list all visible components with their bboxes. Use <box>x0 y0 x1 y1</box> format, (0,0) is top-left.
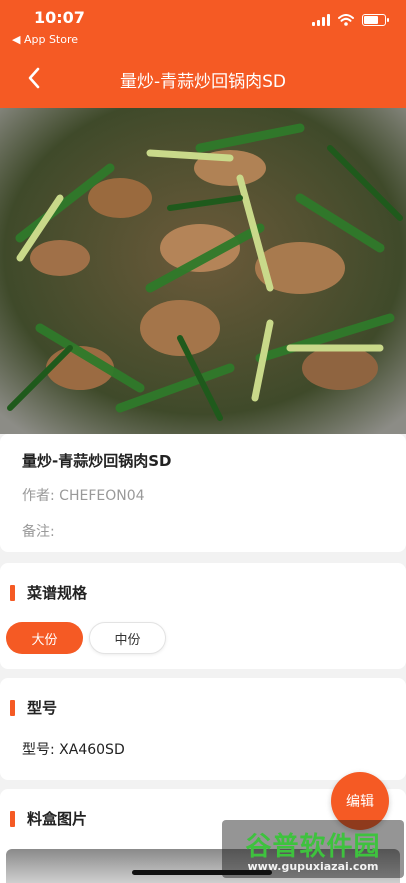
status-icons <box>312 14 389 26</box>
battery-icon <box>362 14 389 26</box>
spec-option-medium[interactable]: 中份 <box>89 622 166 654</box>
back-to-app-store-link[interactable]: ◀ App Store <box>12 33 78 46</box>
dish-photo <box>0 108 406 434</box>
page-title: 量炒-青蒜炒回锅肉SD <box>119 72 286 92</box>
watermark-title: 谷普软件园 <box>245 832 381 862</box>
wifi-icon <box>338 14 354 26</box>
dish-name: 量炒-青蒜炒回锅肉SD <box>22 452 172 470</box>
recipe-spec-section: 菜谱规格 大份 中份 <box>0 563 406 669</box>
section-accent-bar <box>10 584 15 601</box>
dish-info-card: 量炒-青蒜炒回锅肉SD 作者: CHEFEON04 备注: <box>0 434 406 552</box>
dish-author: 作者: CHEFEON04 <box>22 488 145 504</box>
status-time: 10:07 <box>34 8 85 27</box>
cellular-signal-icon <box>312 14 330 26</box>
section-accent-bar <box>10 810 15 827</box>
section-title: 型号 <box>27 699 58 717</box>
home-indicator[interactable] <box>132 870 272 875</box>
section-header: 菜谱规格 <box>10 582 87 603</box>
status-bar: 10:07 ◀ App Store <box>0 0 406 50</box>
spec-options: 大份 中份 <box>6 622 166 654</box>
battery-level <box>364 16 378 24</box>
dish-note: 备注: <box>22 524 55 540</box>
chevron-left-icon <box>28 67 40 89</box>
model-value: 型号: XA460SD <box>22 742 125 758</box>
section-accent-bar <box>10 699 15 716</box>
navigation-bar: 量炒-青蒜炒回锅肉SD <box>0 50 406 108</box>
section-title: 菜谱规格 <box>27 584 88 602</box>
model-section: 型号 型号: XA460SD <box>0 678 406 780</box>
section-header: 料盒图片 <box>10 808 87 829</box>
back-button[interactable] <box>18 62 50 94</box>
section-header: 型号 <box>10 697 57 718</box>
section-title: 料盒图片 <box>27 810 88 828</box>
spec-option-large[interactable]: 大份 <box>6 622 83 654</box>
